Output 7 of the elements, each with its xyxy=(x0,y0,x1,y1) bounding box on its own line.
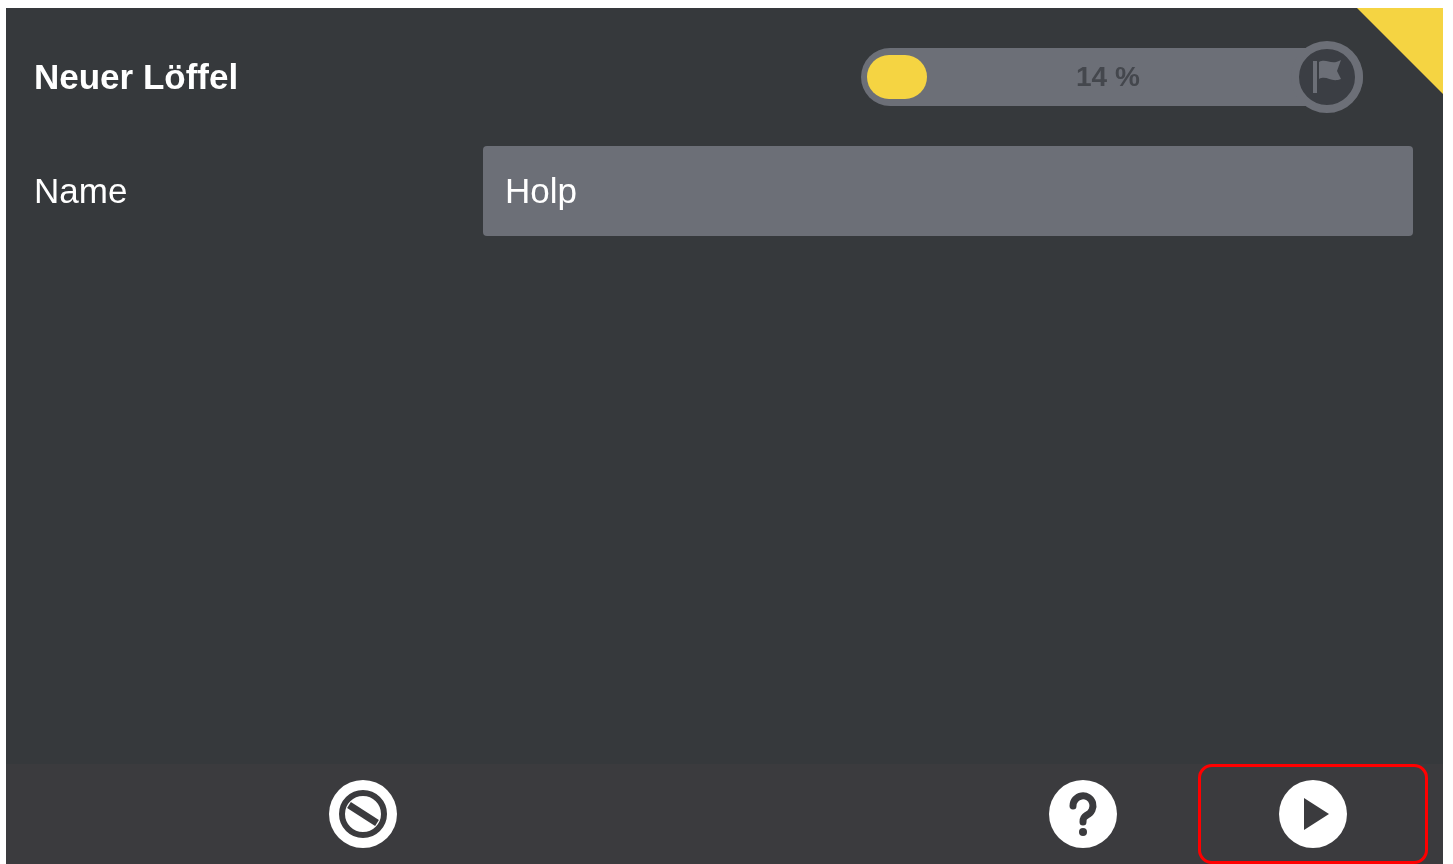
play-icon xyxy=(1279,780,1347,848)
field-label: Name xyxy=(34,169,129,212)
help-icon xyxy=(1049,780,1117,848)
input-field[interactable]: Holp xyxy=(483,146,1413,236)
page-title: Neuer Löffel xyxy=(34,55,239,98)
prohibited-icon xyxy=(329,780,397,848)
next-button[interactable] xyxy=(1198,764,1428,864)
